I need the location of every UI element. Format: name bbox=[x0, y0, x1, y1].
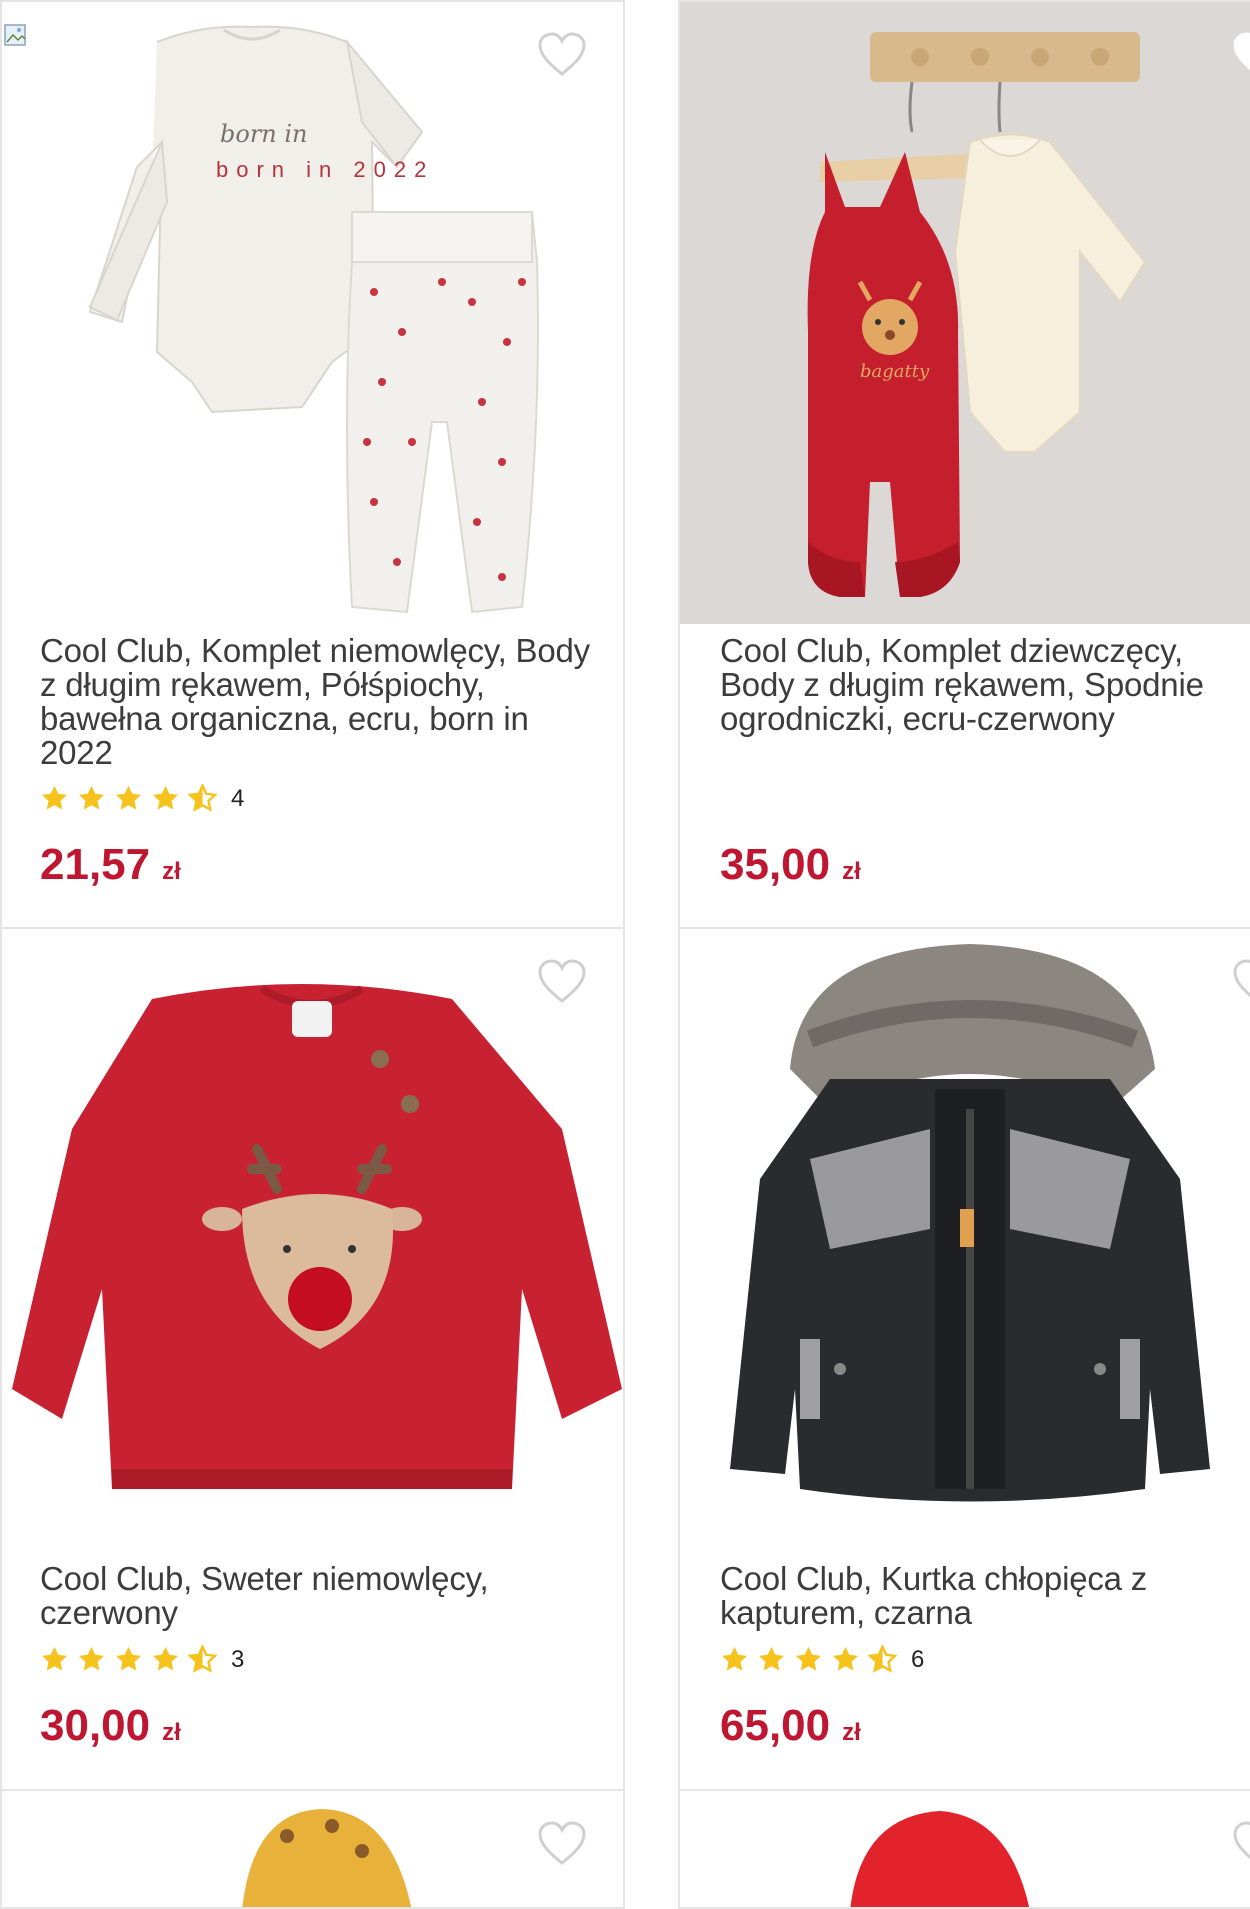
print-text: born in bbox=[220, 120, 308, 148]
star-icon bbox=[116, 1646, 141, 1671]
product-title[interactable]: Cool Club, Komplet niemowlęcy, Body z dł… bbox=[40, 634, 603, 770]
star-icon bbox=[722, 1646, 747, 1671]
price: 21,57 zł bbox=[40, 840, 181, 890]
product-card[interactable]: born in born in 2022 Cool Club, Komplet … bbox=[0, 0, 625, 929]
product-title[interactable]: Cool Club, Sweter niemowlęcy, czerwony bbox=[40, 1562, 603, 1630]
svg-text:born in 2022: born in 2022 bbox=[216, 157, 434, 182]
star-icon bbox=[42, 785, 67, 810]
price: 35,00 zł bbox=[720, 840, 861, 890]
rating-count: 4 bbox=[231, 784, 245, 812]
heart-icon[interactable] bbox=[1232, 32, 1250, 78]
half-star-icon bbox=[868, 1645, 897, 1673]
star-icon bbox=[79, 1646, 104, 1671]
product-card[interactable] bbox=[678, 1789, 1250, 1909]
star-icon bbox=[796, 1646, 821, 1671]
heart-icon[interactable] bbox=[537, 1821, 587, 1867]
heart-icon[interactable] bbox=[1232, 1821, 1250, 1867]
star-icon bbox=[42, 1646, 67, 1671]
product-card[interactable]: Cool Club, Sweter niemowlęcy, czerwony 3… bbox=[0, 927, 625, 1791]
product-image[interactable] bbox=[680, 1791, 1250, 1907]
rating: 3 bbox=[40, 1645, 244, 1674]
star-icon bbox=[833, 1646, 858, 1671]
price-value: 65,00 bbox=[720, 1701, 831, 1750]
star-icon bbox=[79, 785, 104, 810]
star-icon bbox=[116, 785, 141, 810]
product-image[interactable]: born in born in 2022 bbox=[2, 2, 623, 622]
product-card[interactable]: bagatty Cool Club, Komplet dziewczęcy, B… bbox=[678, 0, 1250, 929]
rating: 6 bbox=[720, 1645, 924, 1674]
rating-count: 3 bbox=[231, 1645, 245, 1673]
price-value: 30,00 bbox=[40, 1701, 151, 1750]
star-icon bbox=[153, 1646, 178, 1671]
product-image[interactable] bbox=[2, 929, 623, 1529]
price-value: 21,57 bbox=[40, 840, 151, 889]
price-value: 35,00 bbox=[720, 840, 831, 889]
price-currency: zł bbox=[162, 858, 181, 885]
rating: 4 bbox=[40, 784, 244, 813]
product-title[interactable]: Cool Club, Kurtka chłopięca z kapturem, … bbox=[720, 1562, 1236, 1630]
price: 65,00 zł bbox=[720, 1701, 861, 1751]
half-star-icon bbox=[188, 1645, 217, 1673]
rating-count: 6 bbox=[911, 1645, 925, 1673]
product-card[interactable]: Cool Club, Kurtka chłopięca z kapturem, … bbox=[678, 927, 1250, 1791]
product-card[interactable] bbox=[0, 1789, 625, 1909]
product-title[interactable]: Cool Club, Komplet dziewczęcy, Body z dł… bbox=[720, 634, 1236, 736]
heart-icon[interactable] bbox=[1232, 959, 1250, 1005]
product-image[interactable]: bagatty bbox=[680, 2, 1250, 624]
heart-icon[interactable] bbox=[537, 959, 587, 1005]
star-icon bbox=[759, 1646, 784, 1671]
product-grid: born in born in 2022 Cool Club, Komplet … bbox=[0, 0, 1250, 1909]
half-star-icon bbox=[188, 784, 217, 812]
price-currency: zł bbox=[162, 1719, 181, 1746]
print-text: bagatty bbox=[860, 361, 930, 382]
price: 30,00 zł bbox=[40, 1701, 181, 1751]
product-image[interactable] bbox=[2, 1791, 623, 1907]
star-icon bbox=[153, 785, 178, 810]
product-image[interactable] bbox=[680, 929, 1250, 1529]
heart-icon[interactable] bbox=[537, 32, 587, 78]
price-currency: zł bbox=[842, 1719, 861, 1746]
price-currency: zł bbox=[842, 858, 861, 885]
